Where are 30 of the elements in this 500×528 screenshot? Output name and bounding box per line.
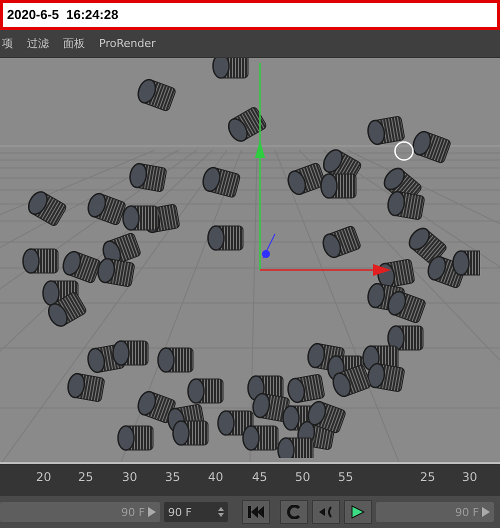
play-arrow-icon (148, 507, 156, 518)
end-frame-field[interactable]: 90 F (164, 502, 228, 522)
menu-item[interactable]: ProRender (99, 36, 156, 50)
menu-item[interactable]: 项 (2, 36, 13, 51)
timeline-label: 45 (252, 470, 268, 484)
timeline-label: 30 (122, 470, 138, 484)
loop-icon (287, 505, 301, 520)
loop-button[interactable] (280, 500, 308, 524)
timeline-label: 35 (165, 470, 180, 484)
slider-value: 90 F (455, 506, 479, 519)
timestamp-text: 2020-6-5 16:24:28 (0, 0, 500, 30)
timeline-label: 25 (78, 470, 94, 484)
slider-value: 90 F (121, 506, 145, 519)
timeline-label: 55 (338, 470, 354, 484)
skip-back-icon (248, 506, 264, 518)
spinner-icon (218, 507, 224, 518)
play-arrow-icon (482, 507, 490, 518)
timeline-label: 50 (295, 470, 310, 484)
menu-item[interactable]: 过滤 (27, 36, 49, 51)
timeline-label: 40 (208, 470, 224, 484)
selection-circle-icon (393, 140, 415, 162)
timeline-label: 25 (420, 470, 436, 484)
menu-item[interactable]: 面板 (63, 36, 85, 51)
step-back-icon (319, 506, 333, 518)
play-icon (351, 505, 365, 520)
timeline-label: 20 (36, 470, 52, 484)
field-value: 90 F (168, 506, 192, 519)
go-to-start-button[interactable] (242, 500, 270, 524)
play-button[interactable] (344, 500, 372, 524)
timeline-label: 30 (462, 470, 478, 484)
